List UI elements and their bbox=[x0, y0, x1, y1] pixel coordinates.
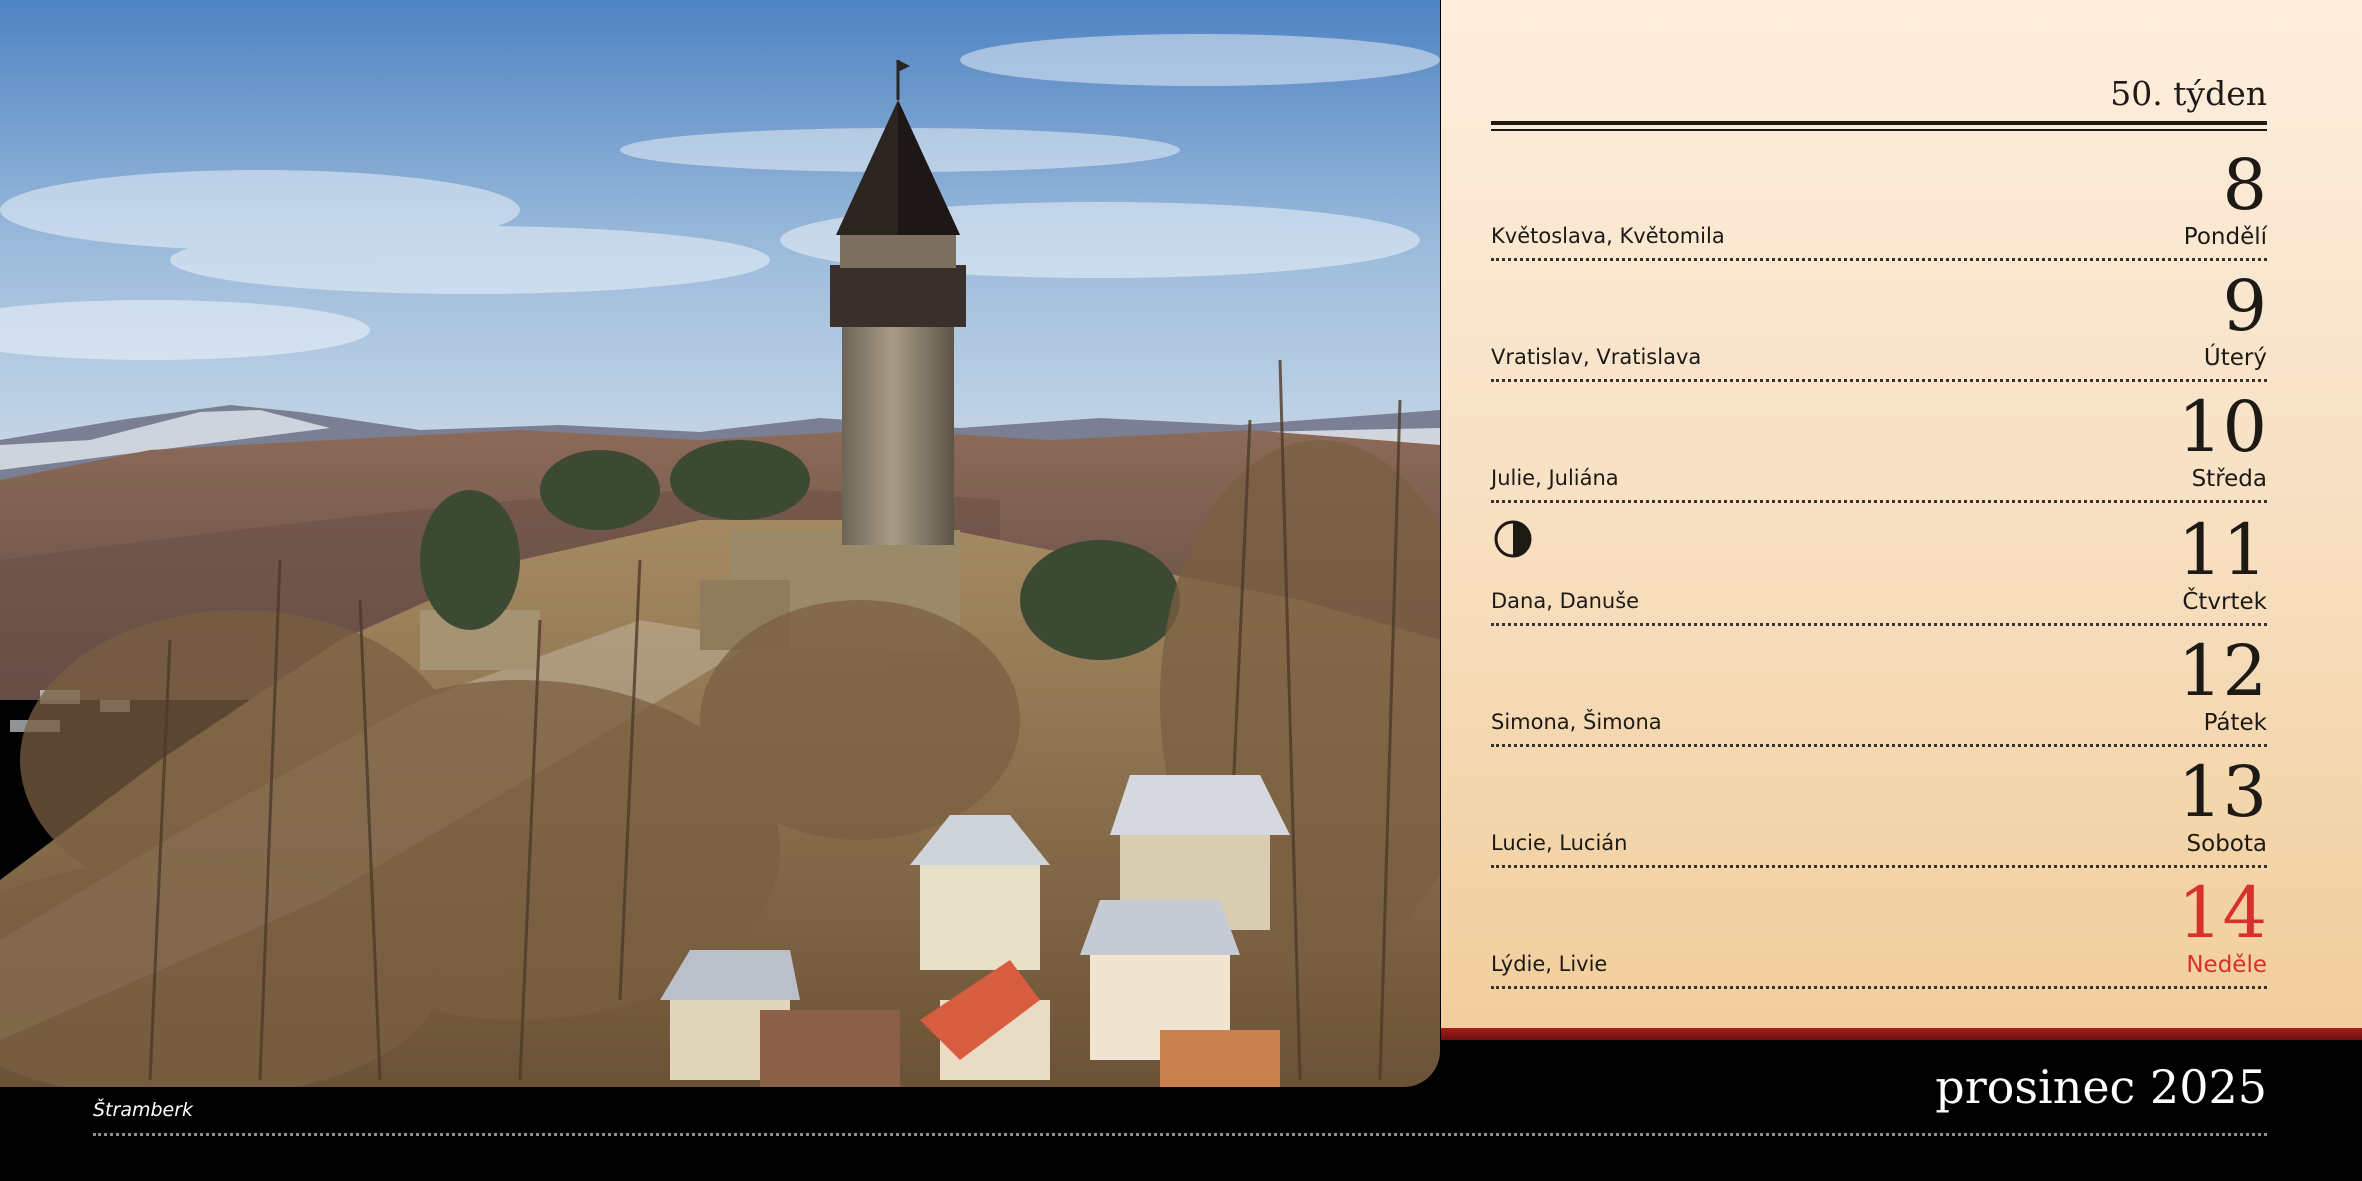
landscape-illustration bbox=[0, 0, 1440, 1087]
name-day-list: Dana, Danuše bbox=[1491, 589, 1640, 613]
weekday-label: Neděle bbox=[2186, 952, 2267, 978]
day-number: 10 bbox=[2177, 386, 2267, 468]
day-row-wednesday: 10 Julie, Juliána Středa bbox=[1491, 382, 2267, 503]
day-row-tuesday: 9 Vratislav, Vratislava Úterý bbox=[1491, 261, 2267, 382]
day-number: 13 bbox=[2177, 751, 2267, 833]
weekday-label: Středa bbox=[2191, 466, 2267, 492]
photo-caption: Štramberk bbox=[93, 1099, 194, 1121]
week-rule-thin bbox=[1491, 129, 2267, 131]
day-row-thursday: 11 Dana, Danuše Čtvrtek bbox=[1491, 505, 2267, 626]
week-rule bbox=[1491, 121, 2267, 125]
name-day-list: Lýdie, Livie bbox=[1491, 952, 1608, 976]
name-day-list: Lucie, Lucián bbox=[1491, 831, 1628, 855]
footer-dotted-rule bbox=[93, 1133, 2267, 1136]
day-number: 9 bbox=[2222, 265, 2267, 347]
day-number: 8 bbox=[2222, 144, 2267, 226]
day-number: 12 bbox=[2177, 630, 2267, 712]
first-quarter-moon-icon bbox=[1494, 520, 1532, 558]
day-row-saturday: 13 Lucie, Lucián Sobota bbox=[1491, 747, 2267, 868]
day-number: 14 bbox=[2177, 872, 2267, 954]
day-row-monday: 8 Květoslava, Květomila Pondělí bbox=[1491, 140, 2267, 261]
month-label: prosinec 2025 bbox=[1935, 1060, 2267, 1114]
day-row-friday: 12 Simona, Šimona Pátek bbox=[1491, 626, 2267, 747]
day-row-sunday: 14 Lýdie, Livie Neděle bbox=[1491, 868, 2267, 989]
accent-stripe bbox=[1441, 1028, 2362, 1040]
name-day-list: Vratislav, Vratislava bbox=[1491, 345, 1702, 369]
calendar-photo bbox=[0, 0, 1440, 1087]
week-label: 50. týden bbox=[2110, 74, 2267, 113]
name-day-list: Květoslava, Květomila bbox=[1491, 224, 1725, 248]
day-number: 11 bbox=[2177, 509, 2267, 591]
weekday-label: Sobota bbox=[2186, 831, 2267, 857]
weekday-label: Úterý bbox=[2203, 345, 2267, 371]
weekday-label: Pátek bbox=[2203, 710, 2267, 736]
name-day-list: Julie, Juliána bbox=[1491, 466, 1619, 490]
calendar-week-panel: 50. týden 8 Květoslava, Květomila Ponděl… bbox=[1441, 0, 2362, 1028]
weekday-label: Čtvrtek bbox=[2182, 589, 2267, 615]
name-day-list: Simona, Šimona bbox=[1491, 710, 1662, 734]
weekday-label: Pondělí bbox=[2183, 224, 2267, 250]
